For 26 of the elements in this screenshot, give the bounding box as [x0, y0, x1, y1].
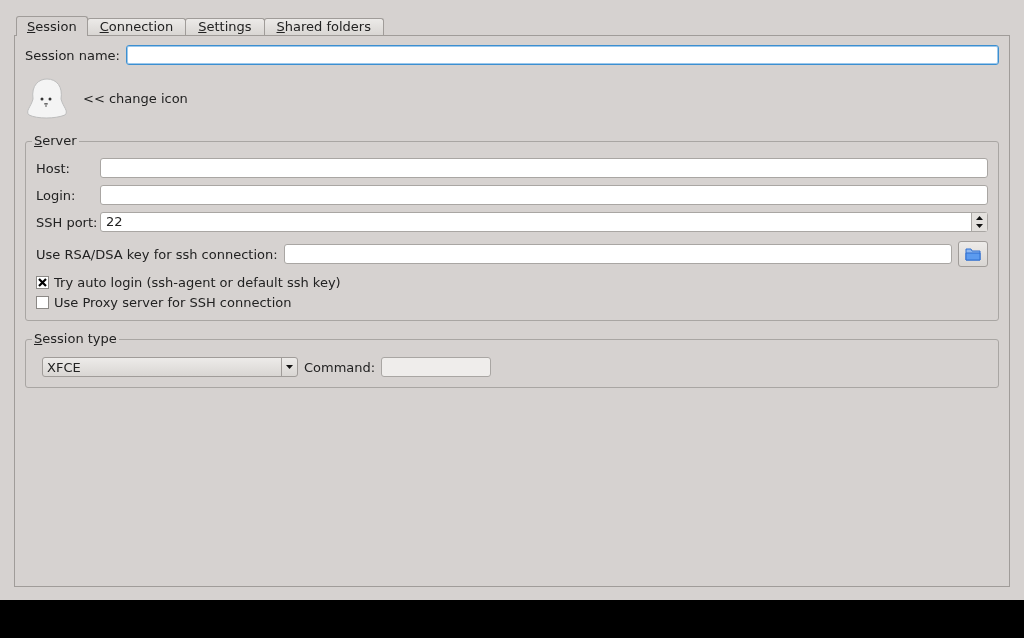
- change-icon-label[interactable]: << change icon: [83, 90, 188, 106]
- port-spinbox[interactable]: 22: [100, 212, 988, 232]
- text-field[interactable]: [100, 158, 988, 178]
- field-label: Host:: [36, 160, 71, 176]
- session-type-dropdown[interactable]: XFCE: [42, 357, 298, 377]
- tab[interactable]: Settings: [185, 18, 265, 35]
- browse-button[interactable]: [958, 241, 988, 267]
- key-file-field[interactable]: [283, 244, 952, 264]
- checkbox[interactable]: [36, 276, 49, 289]
- folder-icon: [965, 247, 981, 261]
- seal-icon[interactable]: [25, 77, 69, 119]
- group-title: Server: [32, 133, 79, 149]
- session-name-field[interactable]: [126, 45, 999, 65]
- checkbox[interactable]: [36, 296, 49, 309]
- session-name-label: Session name:: [25, 47, 120, 63]
- tab[interactable]: Connection: [86, 18, 187, 35]
- key-label: Use RSA/DSA key for ssh connection:: [36, 246, 278, 262]
- command-label: Command:: [304, 359, 376, 375]
- checkbox-label[interactable]: Try auto login (ssh-agent or default ssh key): [54, 275, 341, 290]
- checkbox-label[interactable]: Use Proxy server for SSH connection: [54, 295, 292, 310]
- text-field[interactable]: [100, 185, 988, 205]
- field-label: Login:: [36, 187, 77, 203]
- group-title: Session type: [32, 331, 119, 347]
- tab[interactable]: Shared folders: [263, 18, 384, 35]
- field-label: SSH port:: [36, 214, 99, 230]
- tab[interactable]: Session: [16, 16, 88, 36]
